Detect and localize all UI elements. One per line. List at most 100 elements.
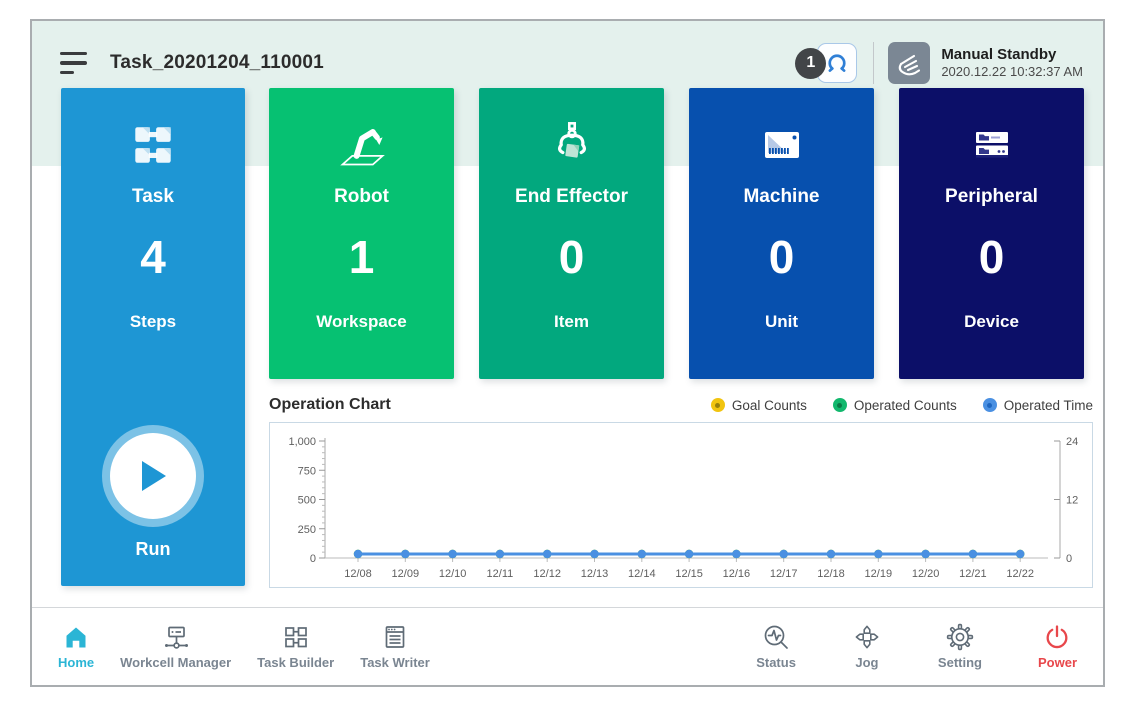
- nav-item-home[interactable]: Home: [58, 623, 94, 670]
- svg-text:12/21: 12/21: [959, 568, 987, 580]
- screen: Task_20201204_110001 1: [0, 0, 1134, 708]
- nav-item-setting[interactable]: Setting: [938, 623, 982, 670]
- run-label: Run: [136, 539, 171, 560]
- status-icon: [761, 623, 791, 651]
- card-value: 4: [61, 230, 245, 284]
- nav-item-status[interactable]: Status: [756, 623, 796, 670]
- nav-group-left: Home Workc: [58, 623, 430, 670]
- robot-card[interactable]: Robot 1 Workspace: [269, 88, 454, 379]
- svg-text:12/14: 12/14: [628, 568, 656, 580]
- hamburger-icon[interactable]: [60, 52, 88, 74]
- svg-text:12/16: 12/16: [723, 568, 751, 580]
- legend-operated-time[interactable]: Operated Time: [983, 398, 1093, 413]
- card-title: End Effector: [479, 186, 664, 208]
- nav-item-workcell-manager[interactable]: Workcell Manager: [120, 623, 231, 670]
- run-button[interactable]: Run: [61, 433, 245, 560]
- svg-text:250: 250: [298, 524, 316, 536]
- svg-text:12/10: 12/10: [439, 568, 467, 580]
- chart-legend: Goal Counts Operated Counts Operated Tim…: [711, 398, 1093, 413]
- card-title: Robot: [269, 186, 454, 208]
- end-effector-card[interactable]: End Effector 0 Item: [479, 88, 664, 379]
- svg-text:0: 0: [1066, 553, 1072, 565]
- svg-text:12: 12: [1066, 495, 1078, 507]
- task-card[interactable]: Task 4 Steps Run: [61, 88, 245, 586]
- nav-label: Task Builder: [257, 655, 334, 670]
- nav-label: Home: [58, 655, 94, 670]
- chart-title: Operation Chart: [269, 396, 391, 414]
- peripheral-server-icon: [899, 114, 1084, 176]
- legend-goal-counts[interactable]: Goal Counts: [711, 398, 807, 413]
- nav-label: Power: [1038, 655, 1077, 670]
- goal-counts-dot-icon: [711, 398, 725, 412]
- operated-counts-dot-icon: [833, 398, 847, 412]
- nav-label: Jog: [855, 655, 878, 670]
- svg-text:12/12: 12/12: [533, 568, 561, 580]
- run-circle[interactable]: [110, 433, 196, 519]
- card-unit: Device: [899, 312, 1084, 332]
- chart-header: Operation Chart Goal Counts Operated Cou…: [269, 391, 1093, 419]
- nav-item-jog[interactable]: Jog: [852, 623, 882, 670]
- task-blocks-icon: [61, 114, 245, 176]
- timestamp: 2020.12.22 10:32:37 AM: [941, 64, 1083, 81]
- svg-text:12/18: 12/18: [817, 568, 845, 580]
- robot-arm-icon: [269, 114, 454, 176]
- legend-label: Operated Counts: [854, 398, 957, 413]
- nav-item-power[interactable]: Power: [1038, 623, 1077, 670]
- machine-icon: [689, 114, 874, 176]
- card-title: Machine: [689, 186, 874, 208]
- legend-label: Goal Counts: [732, 398, 807, 413]
- play-icon: [136, 457, 170, 495]
- mode-label: Manual Standby: [941, 45, 1083, 65]
- svg-text:500: 500: [298, 495, 316, 507]
- operation-chart-section: Operation Chart Goal Counts Operated Cou…: [269, 391, 1093, 588]
- svg-text:12/22: 12/22: [1006, 568, 1034, 580]
- svg-text:0: 0: [310, 553, 316, 565]
- task-writer-icon: [380, 623, 410, 651]
- legend-operated-counts[interactable]: Operated Counts: [833, 398, 957, 413]
- card-unit: Item: [479, 312, 664, 332]
- bottom-navigation: Home Workc: [32, 607, 1103, 685]
- svg-text:12/11: 12/11: [487, 568, 514, 580]
- mode-status: Manual Standby 2020.12.22 10:32:37 AM: [941, 45, 1083, 81]
- svg-text:12/17: 12/17: [770, 568, 798, 580]
- task-builder-icon: [281, 623, 311, 651]
- manual-hand-icon: [894, 48, 924, 78]
- card-value: 0: [899, 230, 1084, 284]
- svg-text:12/15: 12/15: [675, 568, 703, 580]
- svg-text:12/20: 12/20: [912, 568, 940, 580]
- card-unit: Steps: [61, 312, 245, 332]
- nav-label: Setting: [938, 655, 982, 670]
- operated-time-dot-icon: [983, 398, 997, 412]
- nav-group-right: Status Jog: [756, 623, 1077, 670]
- manual-mode-button[interactable]: [888, 42, 930, 84]
- card-unit: Workspace: [269, 312, 454, 332]
- header-right: 1: [795, 42, 1083, 84]
- peripheral-card[interactable]: Peripheral 0 Device: [899, 88, 1084, 379]
- power-icon: [1042, 623, 1072, 651]
- divider: [873, 42, 874, 84]
- nav-label: Workcell Manager: [120, 655, 231, 670]
- card-title: Task: [61, 186, 245, 208]
- nav-label: Task Writer: [360, 655, 430, 670]
- notification-badge[interactable]: 1: [795, 48, 826, 79]
- chart-plot-area: 02505007501,00012/0812/0912/1012/1112/12…: [269, 422, 1093, 588]
- svg-text:1,000: 1,000: [288, 436, 316, 448]
- svg-text:12/19: 12/19: [865, 568, 893, 580]
- card-value: 1: [269, 230, 454, 284]
- stat-cards-row: Robot 1 Workspace: [269, 88, 1084, 379]
- svg-text:24: 24: [1066, 436, 1078, 448]
- nav-item-task-builder[interactable]: Task Builder: [257, 623, 334, 670]
- card-value: 0: [689, 230, 874, 284]
- card-title: Peripheral: [899, 186, 1084, 208]
- end-effector-gripper-icon: [479, 114, 664, 176]
- workcell-manager-icon: [161, 623, 191, 651]
- card-value: 0: [479, 230, 664, 284]
- nav-label: Status: [756, 655, 796, 670]
- home-icon: [61, 623, 91, 651]
- card-unit: Unit: [689, 312, 874, 332]
- svg-text:12/08: 12/08: [344, 568, 372, 580]
- machine-card[interactable]: Machine 0 Unit: [689, 88, 874, 379]
- nav-item-task-writer[interactable]: Task Writer: [360, 623, 430, 670]
- operation-chart: 02505007501,00012/0812/0912/1012/1112/12…: [270, 423, 1092, 587]
- svg-text:12/13: 12/13: [581, 568, 609, 580]
